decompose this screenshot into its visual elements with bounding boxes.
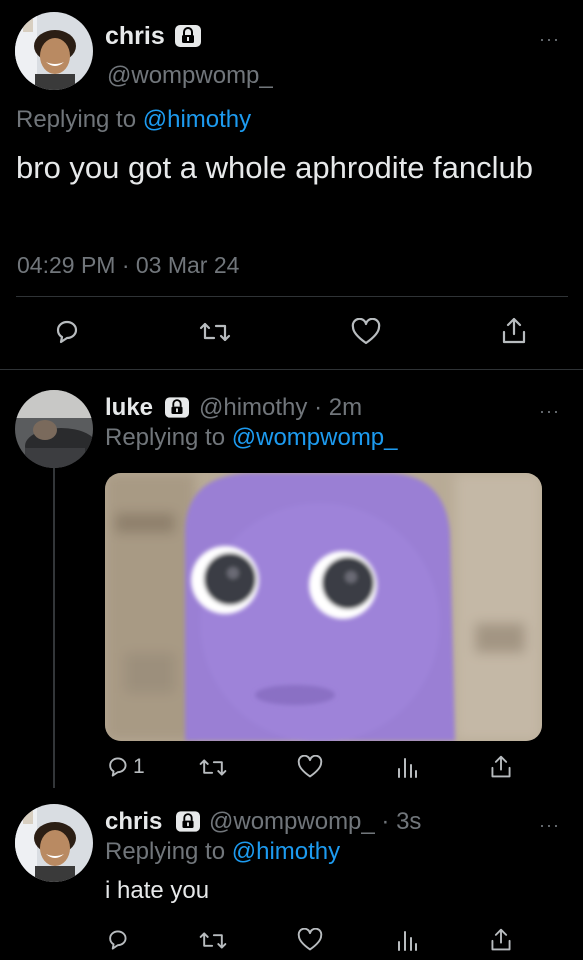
avatar[interactable] [15,12,93,90]
lock-icon [176,811,200,832]
retweet-icon[interactable] [198,318,232,346]
replying-handle-link[interactable]: @wompwomp_ [232,424,398,451]
like-icon[interactable] [351,318,381,346]
tweet-timestamp[interactable]: 04:29 PM · 03 Mar 24 [17,252,239,279]
reply-icon[interactable] [105,928,129,952]
time[interactable]: · 3s [381,808,421,835]
more-icon[interactable]: ··· [539,30,560,48]
replying-to: Replying to @wompwomp_ [105,424,398,452]
replying-handle-link[interactable]: @himothy [232,838,340,865]
like-icon[interactable] [297,755,323,779]
avatar-image [15,390,93,468]
replying-prefix: Replying to [105,424,226,451]
replying-prefix: Replying to [16,106,137,133]
handle-and-time: @wompwomp_ · 3s [209,808,421,836]
share-icon[interactable] [489,754,513,780]
media-image[interactable] [105,473,542,741]
handle[interactable]: @wompwomp_ [209,808,375,835]
reply-icon[interactable] [52,318,80,346]
reply-action[interactable]: 1 [105,755,145,779]
avatar[interactable] [15,390,93,468]
divider [0,369,583,370]
more-icon[interactable]: ··· [539,816,560,834]
tweet-text: bro you got a whole aphrodite fanclub [16,150,534,185]
lock-icon [175,25,201,47]
more-icon[interactable]: ··· [539,402,560,420]
tweet-header: luke [105,394,153,422]
tweet-text: i hate you [105,877,210,904]
display-name[interactable]: chris [105,808,162,835]
divider [16,296,568,297]
handle[interactable]: @himothy [199,394,307,421]
purple-creature-image [105,473,542,741]
like-icon[interactable] [297,928,323,952]
replying-prefix: Replying to [105,838,226,865]
time[interactable]: · 2m [314,394,362,421]
avatar[interactable] [15,804,93,882]
retweet-icon[interactable] [198,928,228,953]
share-icon[interactable] [489,927,513,953]
avatar-image [15,12,93,90]
share-icon[interactable] [500,316,528,346]
replying-to: Replying to @himothy [16,106,251,134]
analytics-icon[interactable] [396,755,418,779]
replying-to: Replying to @himothy [105,838,340,866]
display-name[interactable]: luke [105,394,153,421]
display-name[interactable]: chris [105,22,165,51]
reply-count: 1 [133,755,145,778]
thread-line [53,468,55,788]
tweet-header: chris [105,808,162,836]
handle-and-time: @himothy · 2m [199,394,362,422]
retweet-icon[interactable] [198,755,228,780]
analytics-icon[interactable] [396,928,418,952]
reply-icon[interactable] [105,755,129,779]
lock-icon [165,397,189,418]
avatar-image [15,804,93,882]
handle[interactable]: @wompwomp_ [107,62,273,90]
replying-handle-link[interactable]: @himothy [143,106,251,133]
